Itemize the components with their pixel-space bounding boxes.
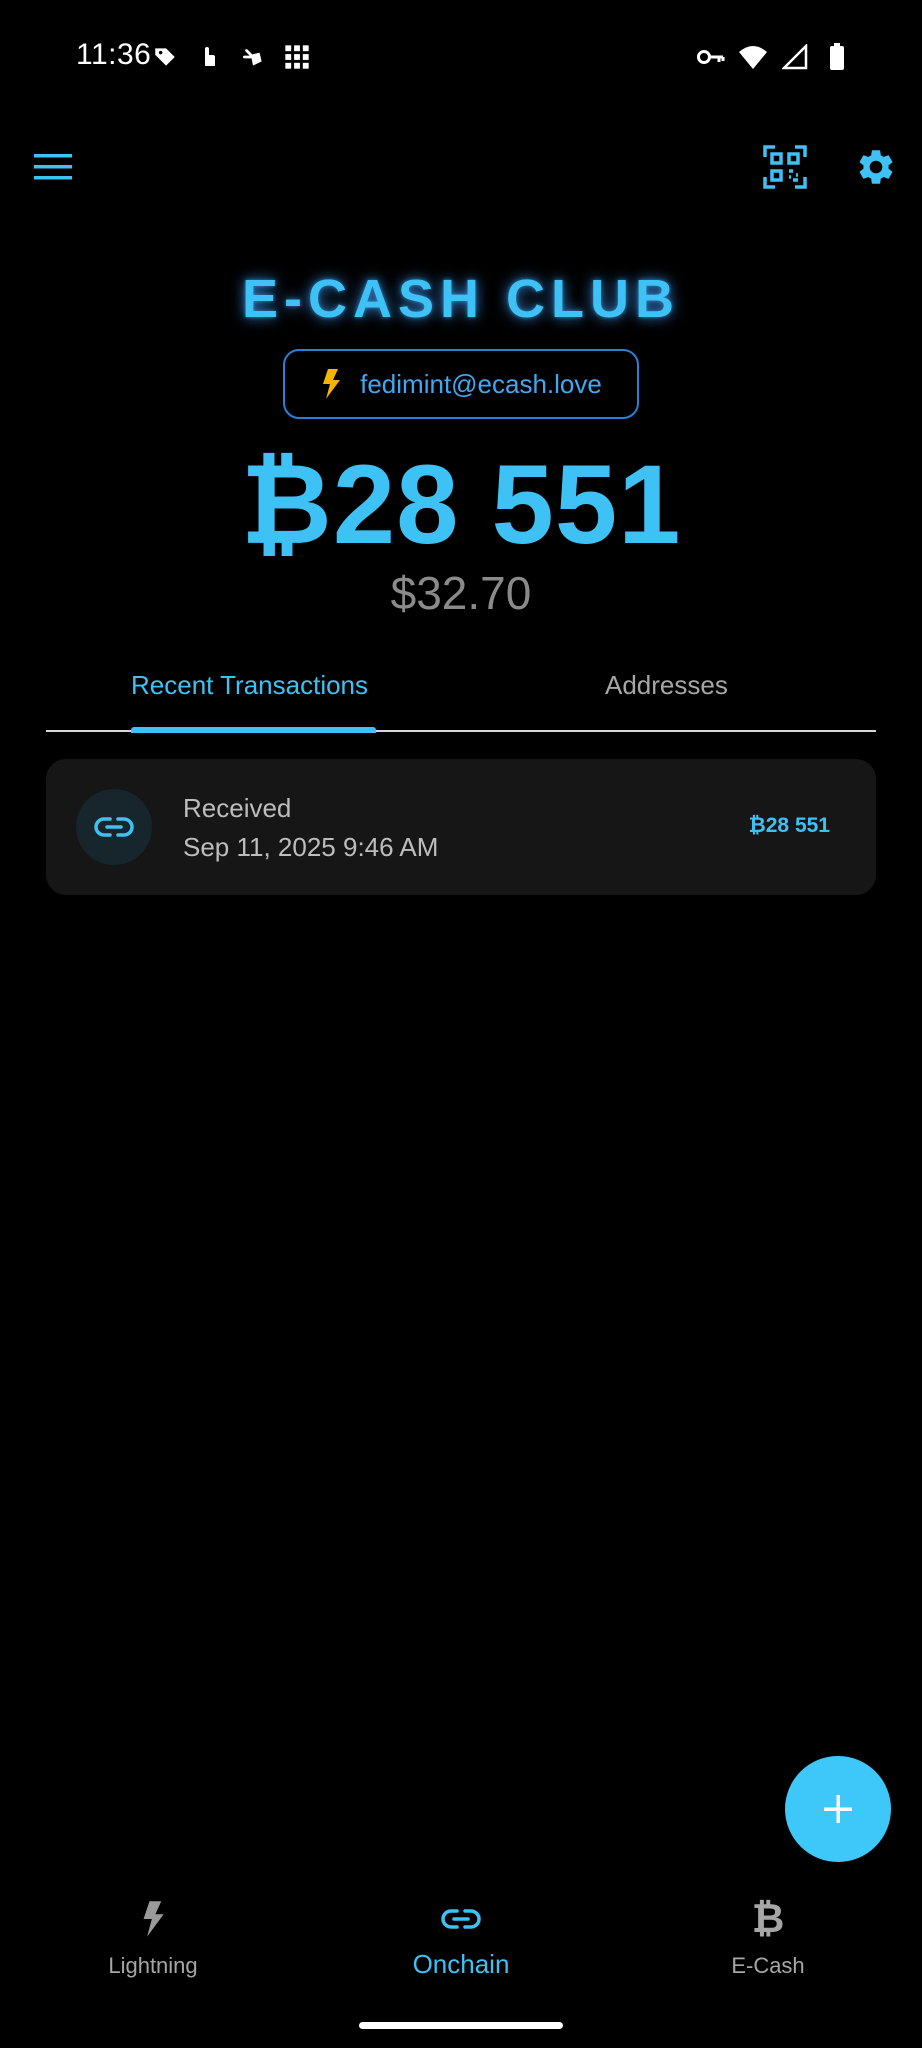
- status-bar: 11:36: [0, 0, 922, 115]
- touch-icon: [194, 42, 224, 72]
- qr-code-scan-icon: [763, 145, 807, 189]
- scan-qr-button[interactable]: [758, 140, 812, 194]
- fiat-balance: $32.70: [390, 567, 532, 619]
- transaction-date: Sep 11, 2025 9:46 AM: [183, 832, 439, 862]
- notification-icons: [150, 42, 312, 72]
- lightning-icon: [143, 1901, 164, 1937]
- transaction-icon: [76, 789, 152, 865]
- settings-button[interactable]: [849, 140, 903, 194]
- transaction-row[interactable]: Received Sep 11, 2025 9:46 AM ₿28 551: [46, 759, 876, 895]
- lightning-address: fedimint@ecash.love: [360, 368, 602, 399]
- wifi-icon: [738, 42, 768, 72]
- vpn-key-icon: [696, 42, 726, 72]
- balance-amount: ₿28 551: [240, 442, 682, 567]
- nav-ecash-label: E-Cash: [731, 1953, 805, 1978]
- nav-onchain[interactable]: Onchain: [361, 1895, 561, 1980]
- system-icons: [696, 42, 852, 72]
- bottom-navigation: Lightning Onchain ₿ E-Cash: [0, 1895, 922, 2005]
- battery-icon: [822, 42, 852, 72]
- transaction-type: Received: [183, 793, 292, 823]
- apps-grid-icon: [282, 42, 312, 72]
- home-indicator[interactable]: [359, 2022, 563, 2029]
- tab-recent-transactions[interactable]: Recent Transactions: [131, 670, 368, 701]
- lightning-bolt-icon: [323, 369, 341, 399]
- hamburger-menu-icon: [34, 154, 72, 180]
- signal-icon: [780, 42, 810, 72]
- federation-name: E-CASH CLUB: [242, 269, 680, 329]
- plus-icon: [824, 1795, 852, 1823]
- nav-lightning[interactable]: Lightning: [53, 1895, 253, 1979]
- nav-ecash[interactable]: ₿ E-Cash: [668, 1895, 868, 1979]
- nav-lightning-label: Lightning: [108, 1953, 198, 1978]
- tab-bar: Recent Transactions Addresses: [46, 650, 876, 733]
- tab-addresses[interactable]: Addresses: [605, 670, 728, 701]
- link-icon: [441, 1909, 481, 1929]
- add-fab-button[interactable]: [785, 1756, 891, 1862]
- tag-icon: [150, 42, 180, 72]
- nav-onchain-label: Onchain: [412, 1949, 510, 1979]
- tab-indicator: [131, 727, 376, 733]
- status-time: 11:36: [76, 38, 152, 71]
- gesture-icon: [238, 42, 268, 72]
- menu-button[interactable]: [26, 140, 80, 194]
- bitcoin-icon: ₿: [751, 1896, 785, 1941]
- link-icon: [94, 817, 134, 837]
- transaction-amount: ₿28 551: [748, 814, 830, 837]
- lightning-address-pill[interactable]: fedimint@ecash.love: [283, 349, 639, 419]
- gear-icon: [859, 150, 893, 184]
